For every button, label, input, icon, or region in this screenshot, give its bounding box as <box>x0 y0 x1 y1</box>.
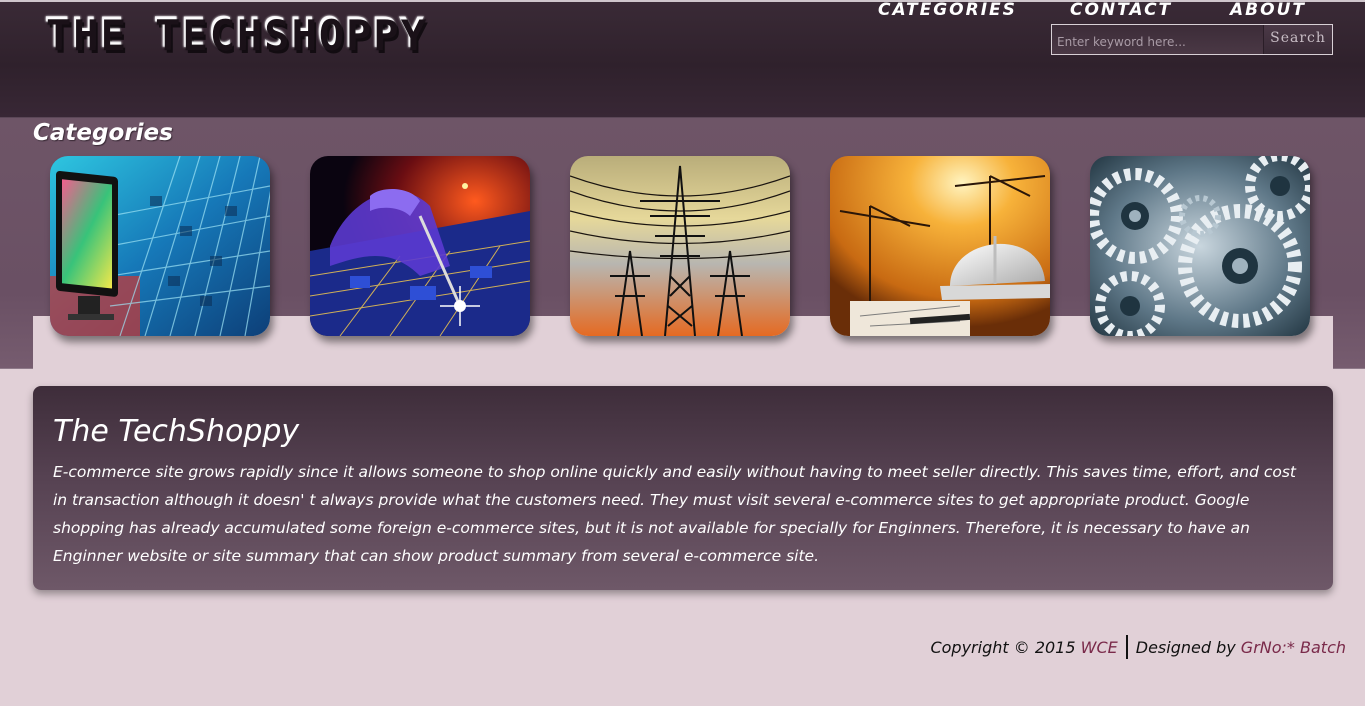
category-card-mechanical[interactable] <box>1090 156 1310 336</box>
batch-link[interactable]: GrNo:* Batch <box>1241 638 1346 657</box>
nav-categories[interactable]: CATEGORIES <box>878 0 1017 20</box>
footer-divider <box>1125 635 1128 659</box>
construction-helmet-image <box>830 156 1050 336</box>
power-tower-image <box>570 156 790 336</box>
category-card-electronics[interactable] <box>310 156 530 336</box>
category-card-civil[interactable] <box>830 156 1050 336</box>
computer-keyboard-image <box>50 156 270 336</box>
search-input[interactable] <box>1052 25 1263 54</box>
designed-by-text: Designed by <box>1135 637 1236 657</box>
wce-link[interactable]: WCE <box>1081 638 1118 657</box>
circuit-board-image <box>310 156 530 336</box>
search-form: Search <box>1051 24 1333 55</box>
category-card-electrical[interactable] <box>570 156 790 336</box>
about-text: E-commerce site grows rapidly since it a… <box>53 463 1297 565</box>
site-logo[interactable]: THE TECHSHOPPY <box>44 8 426 57</box>
nav-contact[interactable]: CONTACT <box>1070 0 1172 20</box>
search-button[interactable]: Search <box>1263 25 1332 54</box>
copyright-text: Copyright © 2015 <box>930 637 1076 657</box>
category-card-computers[interactable] <box>50 156 270 336</box>
nav-about[interactable]: ABOUT <box>1230 0 1306 20</box>
about-title: The TechShoppy <box>53 414 300 449</box>
categories-heading: Categories <box>33 120 173 146</box>
footer: Copyright © 2015 WCE Designed by GrNo:* … <box>930 634 1346 660</box>
about-section: The TechShoppy E-commerce site grows rap… <box>33 386 1333 590</box>
gears-image <box>1090 156 1310 336</box>
